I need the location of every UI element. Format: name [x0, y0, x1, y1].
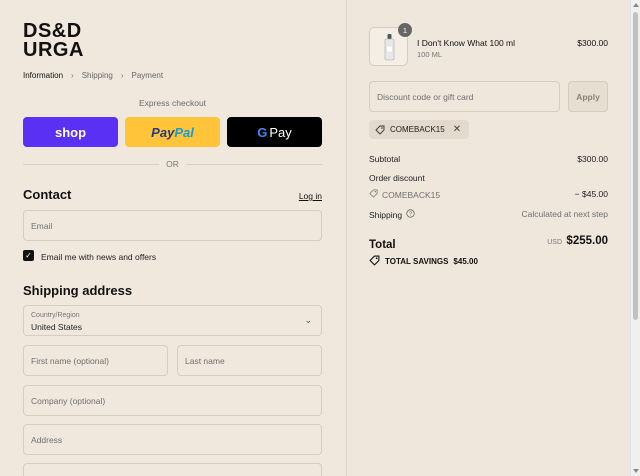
remove-discount-icon[interactable]: ✕ — [453, 124, 461, 135]
country-select[interactable]: Country/Region United States ⌄ — [23, 305, 322, 336]
apply-button[interactable]: Apply — [568, 81, 608, 112]
currency-code: USD — [547, 239, 562, 246]
last-name-field[interactable]: Last name — [177, 345, 322, 376]
order-discount-label: Order discount — [369, 173, 425, 183]
subtotal-row: Subtotal $300.00 — [369, 154, 608, 164]
shipping-address-heading: Shipping address — [23, 283, 133, 298]
breadcrumb-information[interactable]: Information — [23, 71, 63, 80]
chevron-down-icon: ⌄ — [304, 315, 312, 325]
shipping-value: Calculated at next step — [521, 209, 608, 219]
company-field[interactable]: Company (optional) — [23, 385, 322, 416]
address-placeholder: Address — [31, 434, 63, 445]
discount-code-row: COMEBACK15 − $45.00 — [369, 189, 608, 200]
chevron-right-icon: › — [71, 71, 74, 80]
contact-heading: Contact — [23, 187, 72, 202]
first-name-field[interactable]: First name (optional) — [23, 345, 168, 376]
perfume-bottle-icon — [384, 34, 395, 61]
check-icon: ✓ — [25, 251, 32, 260]
discount-code-summary: COMEBACK15 — [382, 189, 441, 200]
applied-discount-chip: COMEBACK15 ✕ — [369, 120, 470, 139]
company-placeholder: Company (optional) — [31, 395, 106, 406]
svg-text:?: ? — [409, 212, 412, 218]
paypal-button[interactable]: Pay Pal — [125, 117, 220, 147]
savings-value: $45.00 — [453, 257, 478, 266]
discount-code-input[interactable]: Discount code or gift card — [369, 81, 560, 112]
last-name-placeholder: Last name — [185, 355, 225, 366]
total-label: Total — [369, 239, 396, 251]
scroll-up-icon[interactable] — [633, 3, 639, 7]
shipping-row: Shipping ? Calculated at next step — [369, 209, 608, 220]
breadcrumb-shipping: Shipping — [81, 71, 113, 80]
tag-icon — [369, 255, 380, 268]
google-g-icon: G — [257, 124, 268, 140]
scrollbar-thumb[interactable] — [633, 12, 638, 320]
paypal-label-pay: Pay — [151, 124, 175, 140]
help-circle-icon[interactable]: ? — [406, 209, 415, 220]
or-divider: OR — [23, 158, 322, 170]
discount-placeholder: Discount code or gift card — [377, 91, 474, 102]
savings-label: TOTAL SAVINGS — [385, 257, 449, 266]
paypal-label-pal: Pal — [174, 124, 194, 140]
newsletter-label: Email me with news and offers — [41, 252, 157, 262]
page-scrollbar[interactable] — [630, 0, 640, 476]
product-variant: 100 ML — [417, 50, 443, 59]
chevron-right-icon: › — [120, 71, 124, 80]
tag-icon — [375, 125, 385, 135]
google-pay-button[interactable]: G Pay — [227, 117, 322, 147]
login-link[interactable]: Log in — [299, 191, 322, 201]
total-row: Total USD $255.00 — [369, 235, 608, 253]
shop-pay-button[interactable]: shop — [23, 117, 118, 147]
newsletter-checkbox[interactable]: ✓ — [23, 250, 34, 261]
breadcrumb: Information › Shipping › Payment — [23, 71, 163, 80]
discount-value: − $45.00 — [574, 189, 608, 199]
country-label: Country/Region — [31, 312, 80, 319]
scroll-down-icon[interactable] — [633, 469, 639, 473]
applied-discount-code: COMEBACK15 — [390, 125, 445, 134]
shop-pay-label: shop — [54, 124, 87, 140]
product-name: I Don't Know What 100 ml — [417, 38, 515, 48]
order-discount-row: Order discount — [369, 173, 608, 183]
tag-icon — [369, 189, 378, 200]
email-field[interactable]: Email — [23, 210, 322, 241]
address-line-2-field[interactable] — [23, 463, 322, 476]
first-name-placeholder: First name (optional) — [31, 355, 109, 366]
total-value: $255.00 — [566, 235, 608, 247]
checkout-form-panel: DS&D URGA Information › Shipping › Payme… — [0, 0, 346, 476]
country-value: United States — [31, 322, 83, 332]
product-price: $300.00 — [577, 38, 608, 48]
subtotal-value: $300.00 — [577, 154, 608, 164]
express-checkout-label: Express checkout — [138, 98, 207, 108]
subtotal-label: Subtotal — [369, 154, 401, 164]
address-field[interactable]: Address — [23, 424, 322, 455]
brand-logo[interactable]: DS&D URGA — [23, 21, 84, 60]
email-placeholder: Email — [31, 220, 53, 231]
breadcrumb-payment: Payment — [131, 71, 164, 80]
quantity-badge: 1 — [398, 23, 412, 37]
shipping-label: Shipping — [369, 209, 403, 220]
google-pay-label: Pay — [269, 124, 292, 140]
total-savings: TOTAL SAVINGS $45.00 — [369, 255, 478, 268]
